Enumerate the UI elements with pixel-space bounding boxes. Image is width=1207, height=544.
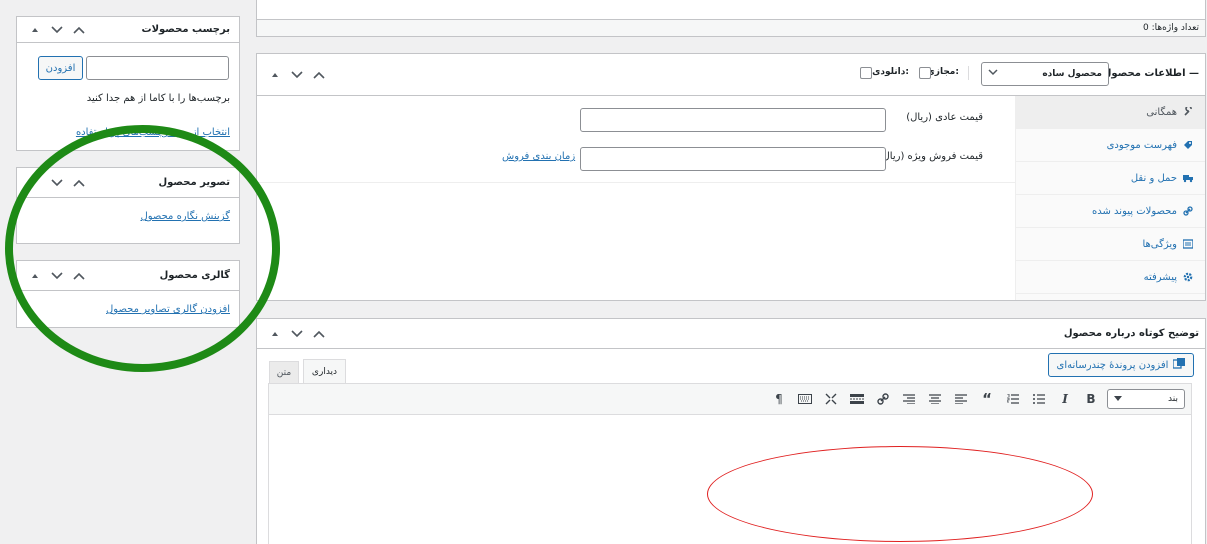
short-description-box: توضیح کوتاه درباره محصول افزودن پروندهٔ … [256, 318, 1206, 544]
choose-popular-tags-link[interactable]: انتخاب از بین برچسب‌های پر استفاده [76, 127, 230, 138]
tags-hint: برچسب‌ها را با کاما از هم جدا کنید [86, 93, 230, 104]
pricing-divider [257, 182, 1015, 183]
tab-attributes-label: ویژگی‌ها [1142, 238, 1177, 250]
add-tag-button[interactable]: افزودن [38, 56, 83, 80]
editor-content-area[interactable] [268, 415, 1192, 544]
tab-advanced[interactable]: پیشرفته [1016, 261, 1205, 294]
caret-down-icon [1114, 394, 1122, 404]
numbered-list-icon[interactable] [1003, 389, 1023, 409]
align-left-icon[interactable] [951, 389, 971, 409]
link-icon [1183, 206, 1193, 216]
tab-inventory[interactable]: فهرست موجودی [1016, 129, 1205, 162]
bold-icon[interactable]: B [1081, 389, 1101, 409]
move-down-chevron-icon[interactable] [49, 22, 65, 38]
sale-price-label: قیمت فروش ویژه (ریال) [878, 151, 983, 162]
tab-visual-label: دیداری [311, 366, 338, 377]
blockquote-icon[interactable]: “ [977, 389, 997, 409]
move-up-icon[interactable] [267, 67, 283, 83]
sale-price-input[interactable] [580, 147, 886, 171]
product-tags-box: برچسب محصولات افزودن برچسب‌ها را با کاما… [16, 16, 240, 151]
editor-toolbar: ¶ “ I B بند [268, 383, 1192, 415]
format-select[interactable]: بند [1107, 389, 1185, 409]
add-gallery-images-link[interactable]: افزودن گالری تصاویر محصول [106, 304, 230, 315]
format-value: بند [1168, 394, 1178, 404]
read-more-icon[interactable] [847, 389, 867, 409]
tab-general-label: همگانی [1146, 106, 1177, 118]
short-description-header: توضیح کوتاه درباره محصول [257, 319, 1205, 349]
word-count: تعداد واژه‌ها: 0 [1143, 23, 1199, 33]
tab-inventory-label: فهرست موجودی [1106, 139, 1177, 151]
tab-text[interactable]: متن [269, 361, 299, 383]
image-box-title: تصویر محصول [158, 177, 230, 188]
align-center-icon[interactable] [925, 389, 945, 409]
move-up-icon[interactable] [27, 22, 43, 38]
add-media-label: افزودن پروندهٔ چندرسانه‌ای [1056, 359, 1169, 371]
product-data-title: اطلاعات محصول — [1102, 68, 1199, 79]
tab-linked-label: محصولات پیوند شده [1092, 205, 1177, 217]
product-type-value: محصول ساده [1042, 69, 1102, 79]
short-description-title: توضیح کوتاه درباره محصول [1063, 328, 1199, 339]
tab-advanced-label: پیشرفته [1143, 271, 1177, 283]
tab-general[interactable]: همگانی [1016, 96, 1205, 129]
collapse-chevron-icon[interactable] [311, 326, 327, 342]
tag-icon [1183, 140, 1193, 150]
gear-icon [1183, 272, 1193, 282]
product-data-box: اطلاعات محصول — محصول ساده مجازی: دانلود… [256, 53, 1206, 301]
tab-shipping[interactable]: حمل و نقل [1016, 162, 1205, 195]
green-annotation-circle [5, 125, 280, 372]
tab-attributes[interactable]: ویژگی‌ها [1016, 228, 1205, 261]
collapse-chevron-icon[interactable] [311, 67, 327, 83]
tab-shipping-label: حمل و نقل [1130, 172, 1177, 184]
regular-price-input[interactable] [580, 108, 886, 132]
collapse-chevron-icon[interactable] [71, 175, 87, 191]
move-down-chevron-icon[interactable] [289, 326, 305, 342]
product-image-box: تصویر محصول گزینش نگاره محصول [16, 167, 240, 244]
word-count-bar: تعداد واژه‌ها: 0 [256, 19, 1206, 37]
truck-icon [1183, 173, 1193, 183]
move-down-chevron-icon[interactable] [49, 175, 65, 191]
move-down-chevron-icon[interactable] [49, 268, 65, 284]
list-icon [1182, 239, 1194, 249]
align-right-icon[interactable] [899, 389, 919, 409]
move-up-icon[interactable] [267, 326, 283, 342]
chevron-down-icon [988, 69, 998, 79]
image-box-header: تصویر محصول [17, 168, 239, 198]
italic-icon[interactable]: I [1055, 389, 1075, 409]
link-icon[interactable] [873, 389, 893, 409]
new-tag-input[interactable] [86, 56, 229, 80]
move-up-icon[interactable] [27, 268, 43, 284]
collapse-chevron-icon[interactable] [71, 268, 87, 284]
fullscreen-icon[interactable] [821, 389, 841, 409]
bullet-list-icon[interactable] [1029, 389, 1049, 409]
move-down-chevron-icon[interactable] [289, 67, 305, 83]
gallery-box-title: گالری محصول [159, 270, 230, 281]
gallery-box-header: گالری محصول [17, 261, 239, 291]
tab-visual[interactable]: دیداری [303, 359, 346, 383]
virtual-label: مجازی: [926, 67, 959, 77]
schedule-sale-link[interactable]: زمان بندی فروش [502, 151, 575, 162]
paragraph-icon[interactable]: ¶ [769, 389, 789, 409]
product-data-tabs: همگانی فهرست موجودی حمل و نقل محصولات پی… [1015, 96, 1205, 300]
tab-linked-products[interactable]: محصولات پیوند شده [1016, 195, 1205, 228]
product-type-select[interactable]: محصول ساده [981, 62, 1109, 86]
tags-box-header: برچسب محصولات [17, 17, 239, 43]
wrench-icon [1183, 105, 1193, 117]
virtual-checkbox[interactable] [919, 67, 931, 79]
product-data-header: اطلاعات محصول — محصول ساده مجازی: دانلود… [257, 54, 1205, 96]
regular-price-label: قیمت عادی (ریال) [906, 112, 983, 123]
add-media-button[interactable]: افزودن پروندهٔ چندرسانه‌ای [1048, 353, 1194, 377]
downloadable-label: دانلودی: [872, 67, 909, 77]
downloadable-checkbox[interactable] [860, 67, 872, 79]
media-icon [1172, 357, 1186, 373]
collapse-chevron-icon[interactable] [71, 22, 87, 38]
keyboard-icon[interactable] [795, 389, 815, 409]
tab-text-label: متن [276, 367, 292, 378]
product-gallery-box: گالری محصول افزودن گالری تصاویر محصول [16, 260, 240, 328]
set-product-image-link[interactable]: گزینش نگاره محصول [140, 211, 230, 222]
divider [968, 66, 969, 80]
editor-bottom-strip [256, 0, 1206, 20]
tags-box-title: برچسب محصولات [141, 24, 230, 35]
